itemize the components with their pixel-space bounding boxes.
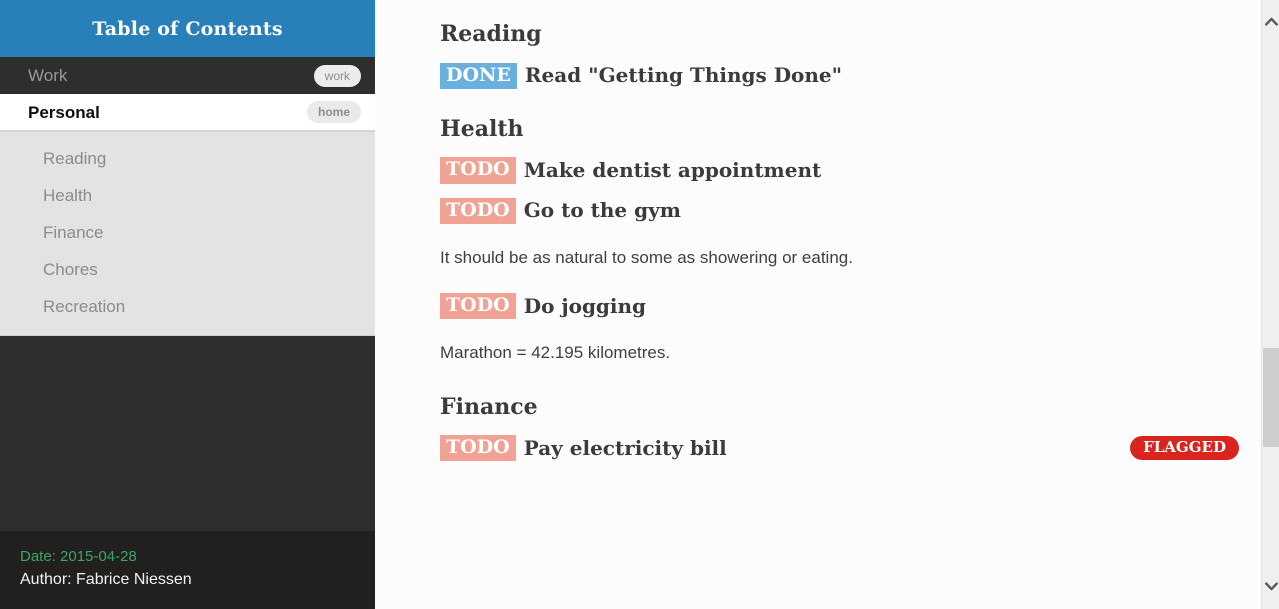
todo-title: Read "Getting Things Done" — [524, 63, 843, 88]
todo-entry-dentist[interactable]: TODO Make dentist appointment — [440, 157, 1239, 184]
sidebar-item-label: Work — [28, 66, 68, 85]
sidebar-item-label: Finance — [43, 222, 104, 242]
status-badge-todo: TODO — [440, 197, 516, 224]
sidebar-item-recreation[interactable]: Recreation — [0, 288, 375, 325]
todo-title: Do jogging — [523, 293, 647, 318]
toc-header-title: Table of Contents — [0, 0, 375, 57]
section-heading-finance: Finance — [440, 393, 538, 420]
tag-badge-flagged[interactable]: FLAGGED — [1130, 436, 1239, 461]
sidebar-item-health[interactable]: Health — [0, 177, 375, 214]
todo-entry-jogging[interactable]: TODO Do jogging — [440, 293, 1239, 320]
sidebar-item-label: Recreation — [43, 296, 126, 316]
status-badge-todo: TODO — [440, 435, 516, 462]
todo-title: Pay electricity bill — [523, 435, 727, 460]
sidebar-item-label: Reading — [43, 148, 107, 168]
todo-entry-electricity-bill[interactable]: TODO Pay electricity bill FLAGGED — [440, 435, 1239, 462]
page-root: Table of Contents Work work Personal hom… — [0, 0, 1279, 609]
sidebar-filler — [0, 336, 375, 531]
sidebar-item-label: Chores — [43, 259, 98, 279]
sidebar-tag-work[interactable]: work — [313, 64, 361, 87]
table-of-contents-sidebar: Table of Contents Work work Personal hom… — [0, 0, 375, 609]
sidebar-footer: Date: 2015-04-28 Author: Fabrice Niessen — [0, 530, 375, 609]
paragraph-gym-note: It should be as natural to some as showe… — [440, 247, 853, 267]
toc-sub-list: Reading Health Finance Chores Recreation — [0, 131, 375, 336]
todo-title: Make dentist appointment — [523, 158, 822, 183]
document-date: Date: 2015-04-28 — [20, 547, 137, 565]
sidebar-item-reading[interactable]: Reading — [0, 140, 375, 177]
todo-entry-read-gtd[interactable]: DONE Read "Getting Things Done" — [440, 62, 1239, 89]
sidebar-item-work[interactable]: Work work — [0, 57, 375, 94]
scroll-down-button[interactable] — [1262, 577, 1279, 595]
scroll-up-button[interactable] — [1262, 12, 1279, 30]
toc-top-level-list: Work work Personal home — [0, 57, 375, 131]
todo-title: Go to the gym — [523, 198, 681, 223]
chevron-up-icon — [1264, 17, 1278, 26]
status-badge-done: DONE — [440, 62, 517, 89]
sidebar-item-finance[interactable]: Finance — [0, 214, 375, 251]
sidebar-item-personal[interactable]: Personal home — [0, 94, 375, 131]
document-author: Author: Fabrice Niessen — [20, 571, 192, 589]
section-heading-health: Health — [440, 115, 524, 142]
todo-entry-gym[interactable]: TODO Go to the gym — [440, 197, 1239, 224]
scrollbar-thumb[interactable] — [1263, 348, 1279, 447]
chevron-down-icon — [1264, 581, 1278, 591]
vertical-scrollbar[interactable] — [1261, 0, 1279, 609]
status-badge-todo: TODO — [440, 157, 516, 184]
paragraph-marathon-note: Marathon = 42.195 kilometres. — [440, 343, 671, 363]
sidebar-item-chores[interactable]: Chores — [0, 251, 375, 288]
section-heading-reading: Reading — [440, 21, 542, 47]
status-badge-todo: TODO — [440, 293, 516, 320]
sidebar-item-label: Health — [43, 185, 93, 205]
sidebar-tag-home[interactable]: home — [306, 101, 361, 123]
document-content: Reading DONE Read "Getting Things Done" … — [375, 0, 1279, 609]
sidebar-item-label: Personal — [28, 102, 100, 122]
